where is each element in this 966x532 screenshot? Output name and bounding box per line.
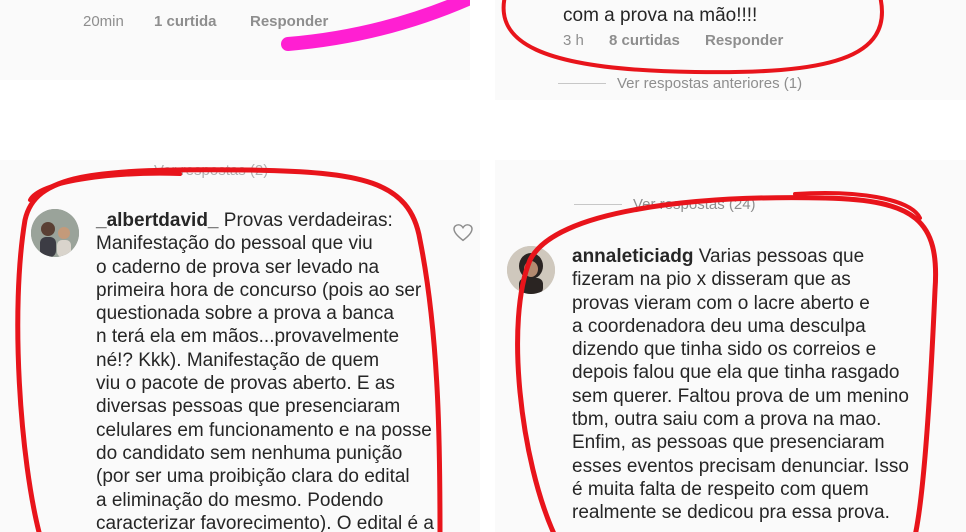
avatar-photo-icon: [507, 246, 555, 294]
view-previous-replies-link[interactable]: Ver respostas anteriores (1): [617, 75, 802, 92]
comment-text: Provas verdadeiras: Manifestação do pess…: [96, 210, 434, 532]
avatar[interactable]: [31, 209, 79, 257]
comment-time: 20min: [83, 13, 124, 30]
reply-button[interactable]: Responder: [705, 32, 783, 49]
reply-button[interactable]: Responder: [250, 13, 328, 30]
comment-panel-left: Ver respostas (2) _albertdavid_ Provas v…: [0, 160, 480, 532]
replies-divider: [558, 83, 606, 84]
comment-body: _albertdavid_ Provas verdadeiras: Manife…: [96, 209, 434, 532]
comment-panel-top-left: 20min 1 curtida Responder: [0, 0, 470, 80]
view-replies-link[interactable]: Ver respostas (2): [154, 162, 268, 179]
highlight-stroke-magenta: [281, 0, 470, 51]
comment-text-tail: com a prova na mão!!!!: [563, 5, 758, 26]
comment-text: Varias pessoas que fizeram na pio x diss…: [572, 246, 909, 524]
comment-panel-right: Ver respostas (24) annaleticiadg Varias …: [495, 160, 966, 532]
comment-likes[interactable]: 8 curtidas: [609, 32, 680, 49]
replies-divider: [574, 204, 622, 205]
like-heart-icon[interactable]: [453, 224, 473, 242]
comment-body: annaleticiadg Varias pessoas que fizeram…: [572, 245, 909, 525]
comment-time: 3 h: [563, 32, 584, 49]
comment-username[interactable]: annaleticiadg: [572, 246, 693, 267]
comment-username[interactable]: _albertdavid_: [96, 210, 219, 231]
comment-panel-top-right: com a prova na mão!!!! 3 h 8 curtidas Re…: [495, 0, 966, 100]
avatar-photo-icon: [31, 209, 79, 257]
view-replies-link[interactable]: Ver respostas (24): [633, 196, 756, 213]
comment-likes[interactable]: 1 curtida: [154, 13, 217, 30]
avatar[interactable]: [507, 246, 555, 294]
